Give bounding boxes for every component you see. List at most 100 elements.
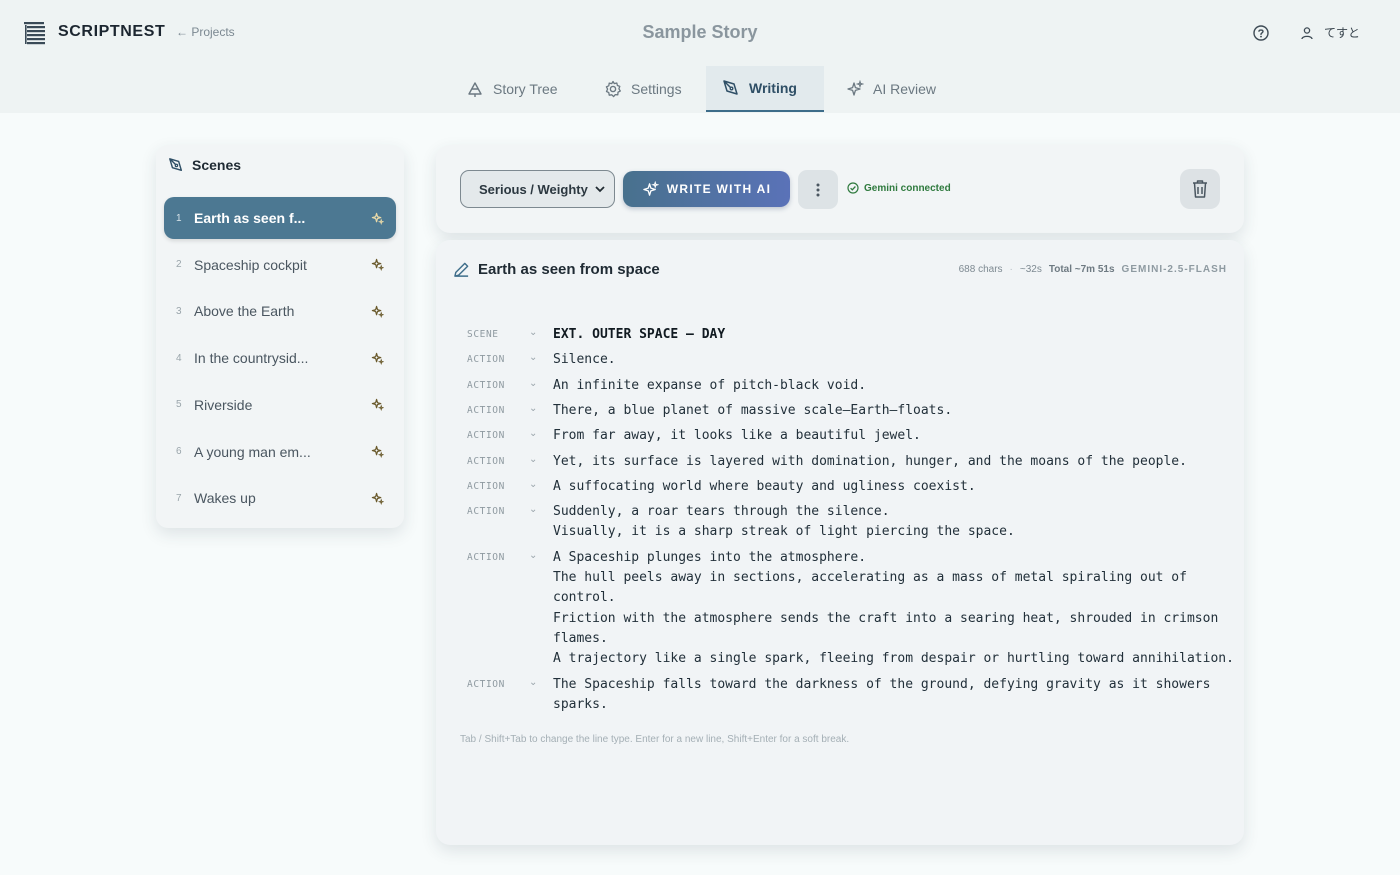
chevron-down-icon[interactable]: ⌄: [529, 403, 537, 414]
scene-number: 2: [176, 259, 182, 271]
line-text[interactable]: The Spaceship falls toward the darkness …: [553, 675, 1210, 716]
editor-hint: Tab / Shift+Tab to change the line type.…: [460, 734, 850, 745]
ai-generate-icon[interactable]: [371, 305, 385, 318]
tab-ai-review[interactable]: AI Review: [830, 66, 952, 112]
scene-number: 7: [176, 492, 182, 504]
line-text[interactable]: A Spaceship plunges into the atmosphere.…: [553, 548, 1234, 670]
scene-item[interactable]: 7 Wakes up: [164, 477, 396, 519]
line-type-label[interactable]: ACTION: [467, 380, 505, 391]
script-line[interactable]: ACTION ⌄ From far away, it looks like a be…: [467, 426, 1237, 449]
line-text[interactable]: Suddenly, a roar tears through the silen…: [553, 502, 1015, 543]
tab-settings[interactable]: Settings: [588, 66, 698, 112]
line-type-label[interactable]: ACTION: [467, 679, 505, 690]
scene-item[interactable]: 4 In the countrysid...: [164, 337, 396, 379]
line-type-label[interactable]: SCENE: [467, 329, 499, 340]
script-line[interactable]: ACTION ⌄ There, a blue planet of massive s…: [467, 401, 1237, 424]
scenes-heading: Scenes: [192, 157, 242, 173]
script-line[interactable]: ACTION ⌄ Suddenly, a roar tears through th…: [467, 502, 1237, 546]
scene-number: 5: [176, 399, 182, 411]
line-type-label[interactable]: ACTION: [467, 430, 505, 441]
chevron-down-icon[interactable]: ⌄: [529, 327, 537, 338]
help-icon[interactable]: [1252, 24, 1270, 42]
scenes-panel: Scenes 1 Earth as seen f... 2 Spaceship coc…: [156, 145, 404, 528]
chevron-down-icon[interactable]: ⌄: [529, 378, 537, 389]
scene-name: In the countrysid...: [194, 350, 309, 367]
app-name[interactable]: SCRIPTNEST: [58, 23, 165, 41]
model-name: GEMINI-2.5-FLASH: [1121, 264, 1227, 275]
line-type-label[interactable]: ACTION: [467, 506, 505, 517]
trash-icon: [1193, 180, 1207, 198]
chevron-down-icon[interactable]: ⌄: [529, 550, 537, 561]
chevron-down-icon[interactable]: ⌄: [529, 504, 537, 515]
scene-name: Spaceship cockpit: [194, 256, 307, 273]
line-type-label[interactable]: ACTION: [467, 552, 505, 563]
tab-writing[interactable]: Writing: [706, 66, 824, 112]
line-text[interactable]: A suffocating world where beauty and ugl…: [553, 477, 976, 497]
sparkle-icon: [642, 180, 659, 196]
scene-item[interactable]: 3 Above the Earth: [164, 290, 396, 332]
scene-item[interactable]: 2 Spaceship cockpit: [164, 244, 396, 286]
line-type-label[interactable]: ACTION: [467, 405, 505, 416]
scene-item[interactable]: 1 Earth as seen f...: [164, 197, 396, 239]
script-line[interactable]: ACTION ⌄ A suffocating world where beauty …: [467, 477, 1237, 500]
line-type-label[interactable]: ACTION: [467, 481, 505, 492]
more-options-button[interactable]: [798, 170, 838, 209]
scene-name: Earth as seen f...: [194, 210, 306, 226]
pencil-icon: [454, 262, 469, 277]
writing-toolbar: Serious / Weighty WRITE WITH AI Gemini c…: [436, 145, 1244, 233]
ai-generate-icon[interactable]: [371, 212, 385, 225]
write-with-ai-button[interactable]: WRITE WITH AI: [623, 171, 790, 207]
scene-title: Earth as seen from space: [478, 261, 660, 278]
gear-icon: [605, 80, 621, 98]
total-duration: Total ~7m 51s: [1048, 264, 1115, 275]
back-to-projects-link[interactable]: ← Projects: [176, 25, 235, 39]
script-line[interactable]: ACTION ⌄ An infinite expanse of pitch-blac…: [467, 376, 1237, 399]
chevron-down-icon[interactable]: ⌄: [529, 454, 537, 465]
tab-label: AI Review: [873, 81, 937, 97]
status-text: Gemini connected: [864, 182, 951, 194]
chevron-down-icon[interactable]: ⌄: [529, 479, 537, 490]
ai-generate-icon[interactable]: [371, 445, 385, 459]
line-text[interactable]: EXT. OUTER SPACE – DAY: [553, 325, 725, 345]
ai-generate-icon[interactable]: [371, 258, 385, 272]
tab-bar: Story Tree Settings Writing AI Review: [0, 66, 1400, 113]
chevron-down-icon[interactable]: ⌄: [529, 352, 537, 363]
tree-icon: [468, 82, 482, 97]
user-menu[interactable]: てすと: [1300, 24, 1360, 41]
line-text[interactable]: Silence.: [553, 350, 616, 370]
scene-number: 6: [176, 446, 182, 457]
scene-number: 3: [176, 305, 182, 317]
chevron-down-icon: [595, 186, 605, 193]
logo-icon[interactable]: [24, 20, 48, 46]
tone-select[interactable]: Serious / Weighty: [460, 170, 615, 208]
script-line[interactable]: ACTION ⌄ Silence.: [467, 350, 1237, 373]
chevron-down-icon[interactable]: ⌄: [529, 677, 537, 688]
tone-selected: Serious / Weighty: [479, 181, 588, 197]
line-type-label[interactable]: ACTION: [467, 354, 505, 365]
pen-nib-icon: [723, 80, 738, 95]
top-bar: SCRIPTNEST ← Projects Sample Story てすと: [0, 0, 1400, 66]
chevron-down-icon[interactable]: ⌄: [529, 428, 537, 439]
check-circle-icon: [847, 182, 859, 194]
pen-nib-icon: [169, 158, 183, 172]
line-text[interactable]: From far away, it looks like a beautiful…: [553, 426, 921, 446]
scene-item[interactable]: 6 A young man em...: [164, 431, 396, 473]
script-line[interactable]: SCENE ⌄ EXT. OUTER SPACE – DAY: [467, 325, 1237, 348]
line-type-label[interactable]: ACTION: [467, 456, 505, 467]
ai-generate-icon[interactable]: [371, 398, 385, 412]
ai-generate-icon[interactable]: [371, 352, 385, 365]
line-text[interactable]: There, a blue planet of massive scale—Ea…: [553, 401, 952, 421]
ai-generate-icon[interactable]: [371, 492, 385, 505]
tab-story-tree[interactable]: Story Tree: [450, 66, 574, 112]
line-text[interactable]: Yet, its surface is layered with dominat…: [553, 452, 1187, 472]
script-line[interactable]: ACTION ⌄ A Spaceship plunges into the atmo…: [467, 548, 1237, 673]
script-line[interactable]: ACTION ⌄ Yet, its surface is layered with …: [467, 452, 1237, 475]
scene-item[interactable]: 5 Riverside: [164, 384, 396, 426]
line-text[interactable]: An infinite expanse of pitch-black void.: [553, 376, 866, 396]
separator-dot: ·: [1009, 264, 1013, 275]
scene-name: A young man em...: [194, 443, 311, 460]
delete-button[interactable]: [1180, 169, 1220, 209]
scene-number: 1: [176, 212, 182, 224]
script-line[interactable]: ACTION ⌄ The Spaceship falls toward the da…: [467, 675, 1237, 719]
char-count: 688 chars: [958, 264, 1003, 275]
